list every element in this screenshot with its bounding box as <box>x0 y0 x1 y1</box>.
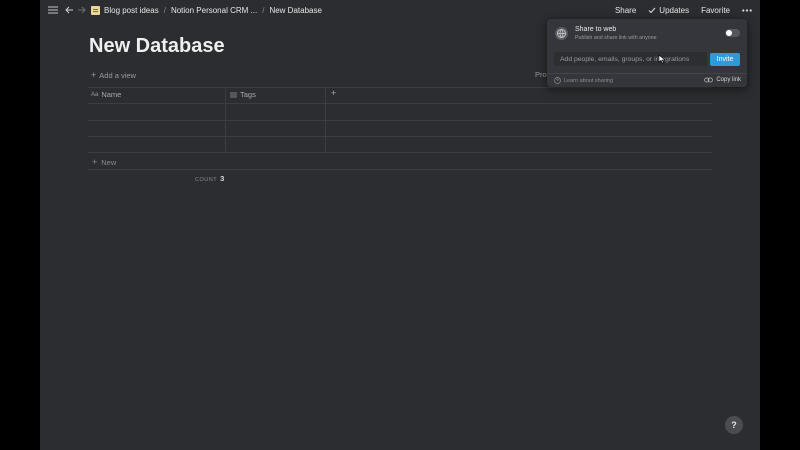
list-property-icon <box>230 92 237 97</box>
link-icon <box>704 77 714 83</box>
breadcrumb-new-database[interactable]: New Database <box>269 6 321 15</box>
new-row-button[interactable]: + New <box>92 157 116 167</box>
column-label: Name <box>101 90 122 99</box>
row-border <box>88 152 712 153</box>
add-column-button[interactable]: + <box>331 88 336 98</box>
help-button[interactable]: ? <box>725 416 743 434</box>
plus-icon: + <box>91 70 97 80</box>
breadcrumb-crm[interactable]: Notion Personal CRM ... <box>171 6 257 15</box>
table-footer-border <box>88 169 712 170</box>
breadcrumb-blog-post-ideas[interactable]: Blog post ideas <box>104 6 159 15</box>
popup-divider <box>547 73 747 74</box>
globe-icon <box>555 27 568 40</box>
share-popup: Share to web Publish and share link with… <box>547 19 747 87</box>
text-property-icon: Aa <box>91 91 99 98</box>
breadcrumb-separator: / <box>163 5 166 15</box>
toggle-knob <box>726 30 732 36</box>
favorite-button[interactable]: Favorite <box>701 6 730 15</box>
share-to-web-subtitle: Publish and share link with anyone <box>575 35 657 41</box>
table-row[interactable] <box>88 121 712 136</box>
count-summary[interactable]: COUNT 3 <box>195 174 224 183</box>
column-header-name[interactable]: Aa Name <box>91 90 121 99</box>
breadcrumb-separator: / <box>262 5 265 15</box>
copy-link-button[interactable]: Copy link <box>704 77 741 83</box>
add-view-button[interactable]: + Add a view <box>91 70 136 80</box>
learn-label: Learn about sharing <box>564 77 613 84</box>
count-value: 3 <box>220 174 225 183</box>
top-bar: Blog post ideas / Notion Personal CRM ..… <box>40 0 760 20</box>
column-header-tags[interactable]: Tags <box>230 90 256 99</box>
sidebar-toggle-icon[interactable] <box>47 4 59 16</box>
copy-link-label: Copy link <box>716 77 741 83</box>
learn-about-sharing-link[interactable]: Learn about sharing <box>554 77 613 84</box>
properties-button[interactable]: Pro <box>535 70 547 79</box>
updates-button[interactable]: Updates <box>648 6 689 15</box>
check-icon <box>648 7 656 13</box>
add-view-label: Add a view <box>99 70 136 80</box>
share-to-web-toggle[interactable] <box>725 29 740 37</box>
table-row[interactable] <box>88 104 712 120</box>
forward-arrow-icon[interactable] <box>76 4 86 16</box>
share-to-web-title: Share to web <box>575 26 617 33</box>
more-options-icon[interactable] <box>742 8 752 12</box>
updates-label: Updates <box>659 5 690 15</box>
memo-icon <box>91 5 100 15</box>
plus-icon: + <box>92 157 98 167</box>
invite-input[interactable]: Add people, emails, groups, or integrati… <box>554 52 707 66</box>
invite-button[interactable]: Invite <box>710 53 740 66</box>
count-label: COUNT <box>195 177 218 183</box>
table-row[interactable] <box>88 137 712 152</box>
share-button[interactable]: Share <box>615 6 636 15</box>
table-top-border <box>88 87 712 88</box>
question-circle-icon <box>554 77 561 84</box>
page-title[interactable]: New Database <box>89 35 225 58</box>
back-arrow-icon[interactable] <box>64 4 74 16</box>
column-label: Tags <box>240 90 256 99</box>
top-actions: Share Updates Favorite <box>615 0 760 20</box>
new-row-label: New <box>101 157 117 167</box>
mouse-cursor-icon <box>658 54 666 64</box>
